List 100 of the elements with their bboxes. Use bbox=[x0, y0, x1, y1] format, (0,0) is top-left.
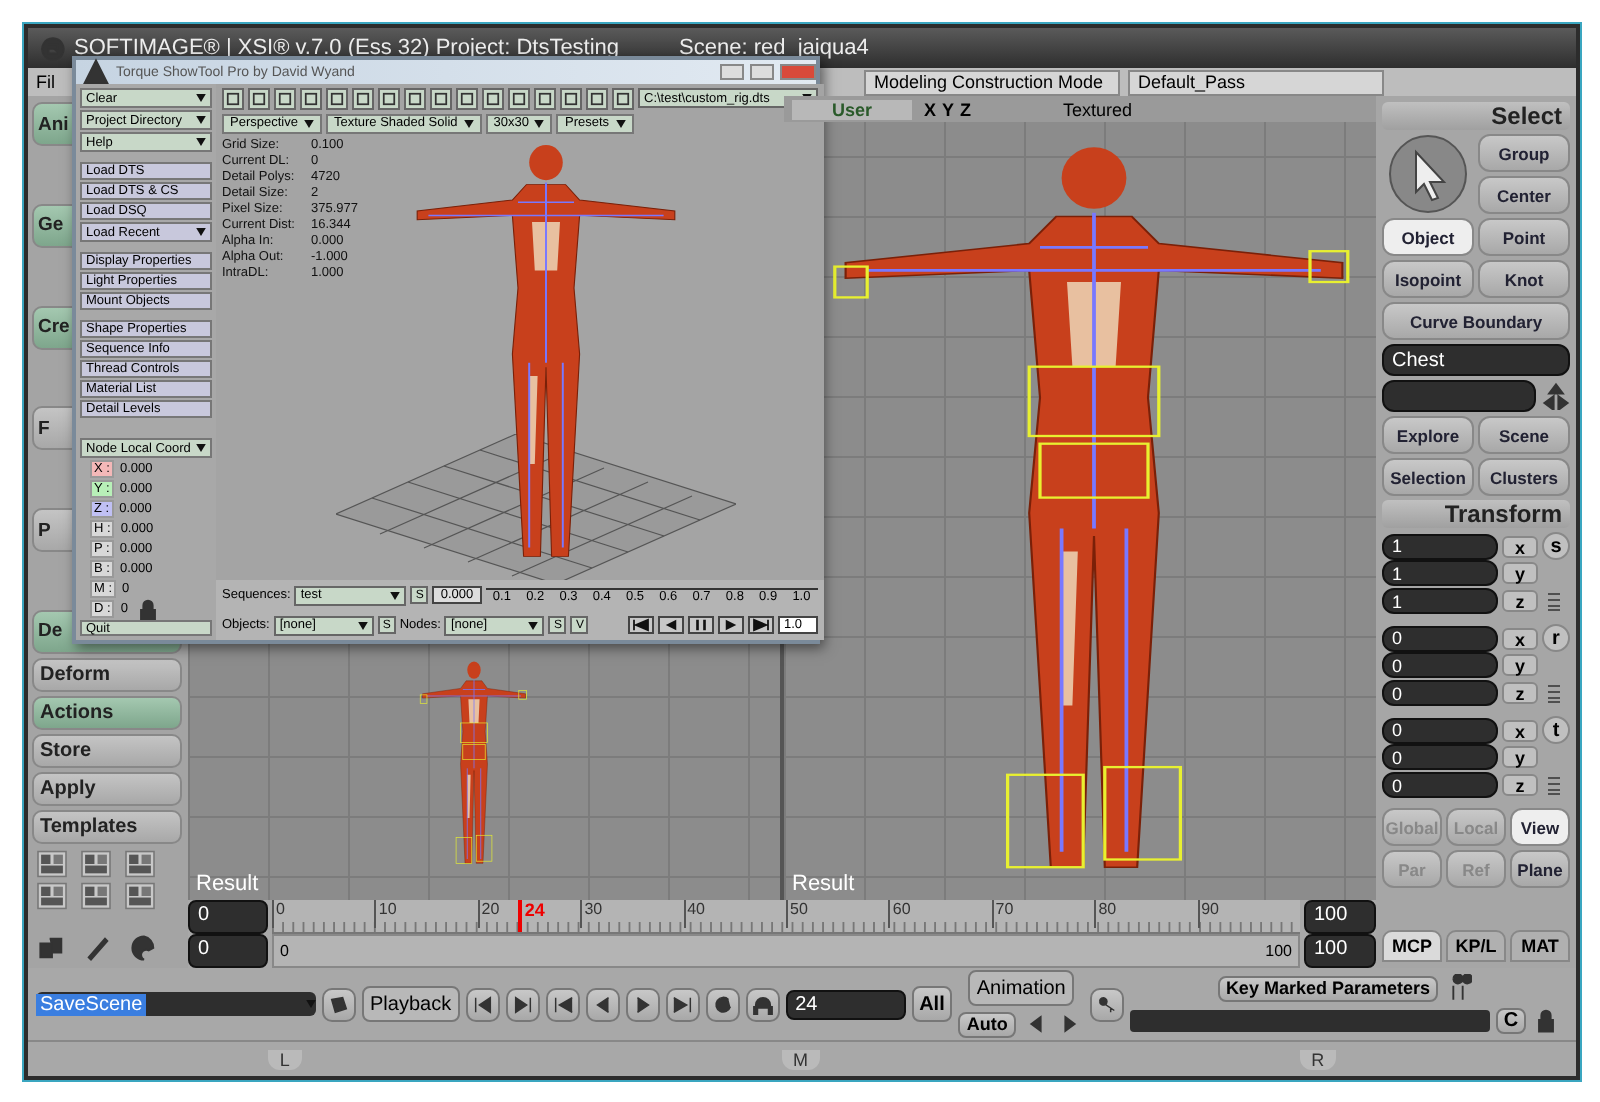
panel-tab[interactable]: MAT bbox=[1510, 930, 1570, 962]
module-button[interactable]: Apply bbox=[32, 772, 182, 806]
module-button[interactable]: Store bbox=[32, 734, 182, 768]
browse-button[interactable]: Explore bbox=[1382, 416, 1474, 454]
select-header[interactable]: Select bbox=[1382, 102, 1570, 130]
auto-key-button[interactable]: Auto bbox=[958, 1011, 1016, 1037]
reference-space-button[interactable]: Plane bbox=[1510, 850, 1570, 888]
play-button[interactable] bbox=[718, 616, 744, 634]
mode-letter-button[interactable]: r bbox=[1542, 624, 1570, 652]
select-mode-button[interactable]: Knot bbox=[1478, 260, 1570, 298]
toolbar-button[interactable] bbox=[508, 87, 530, 109]
timeline-ruler[interactable]: 0 10 20 24 30 40 50 60 70 80 90 bbox=[272, 900, 1300, 934]
panel-tab[interactable]: MCP bbox=[1382, 930, 1442, 962]
browse-button[interactable]: Scene bbox=[1478, 416, 1570, 454]
select-mode-button[interactable]: Curve Boundary bbox=[1382, 302, 1570, 340]
value-field[interactable]: 0 bbox=[1382, 772, 1498, 798]
select-mode-button[interactable]: Object bbox=[1382, 218, 1474, 256]
key-marked-parameters-button[interactable]: Key Marked Parameters bbox=[1217, 975, 1438, 1001]
loop-button[interactable] bbox=[705, 987, 740, 1021]
c-button[interactable]: C bbox=[1495, 1007, 1527, 1033]
transform-header[interactable]: Transform bbox=[1382, 500, 1570, 528]
object-name-field[interactable]: Chest bbox=[1382, 344, 1570, 376]
toolbar-button[interactable] bbox=[586, 87, 608, 109]
pass-dropdown[interactable]: Default_Pass bbox=[1128, 69, 1384, 95]
display-mode-dropdown[interactable]: Textured bbox=[1063, 99, 1133, 119]
pointer-icon[interactable] bbox=[1388, 134, 1468, 214]
select-mode-button[interactable]: Isopoint bbox=[1382, 260, 1474, 298]
maximize-button[interactable] bbox=[750, 64, 774, 80]
module-button[interactable]: Actions bbox=[32, 696, 182, 730]
value-field[interactable]: 1 bbox=[1382, 588, 1498, 614]
step-back-button[interactable] bbox=[658, 616, 684, 634]
layout-template-icon[interactable] bbox=[32, 850, 72, 878]
camera-dropdown[interactable]: User bbox=[792, 99, 913, 119]
panel-tab[interactable]: KP/L bbox=[1446, 930, 1506, 962]
toolbar-button[interactable] bbox=[274, 87, 296, 109]
previous-key-button[interactable] bbox=[465, 987, 500, 1021]
toolbar-button[interactable] bbox=[222, 87, 244, 109]
range-end-field[interactable]: 100 bbox=[1304, 934, 1376, 968]
minimize-button[interactable] bbox=[720, 64, 744, 80]
layout-template-icon[interactable] bbox=[120, 882, 160, 910]
first-frame-button[interactable] bbox=[545, 987, 580, 1021]
rewind-button[interactable] bbox=[628, 616, 654, 634]
browse-button[interactable]: Clusters bbox=[1478, 458, 1570, 496]
audio-button[interactable] bbox=[745, 987, 780, 1021]
value-field[interactable]: 0 bbox=[1382, 625, 1498, 651]
toolbar-button[interactable] bbox=[378, 87, 400, 109]
end-frame-field[interactable]: 100 bbox=[1304, 900, 1376, 934]
toolbar-button[interactable] bbox=[430, 87, 452, 109]
select-mode-button[interactable]: Center bbox=[1478, 176, 1570, 214]
layout-template-icon[interactable] bbox=[120, 850, 160, 878]
axis-button[interactable]: z bbox=[1502, 682, 1538, 704]
script-button[interactable] bbox=[322, 987, 356, 1021]
range-start-field[interactable]: 0 bbox=[188, 934, 268, 968]
key-field[interactable] bbox=[1129, 1009, 1490, 1031]
play-button[interactable] bbox=[625, 987, 660, 1021]
toolbar-button[interactable] bbox=[326, 87, 348, 109]
key-button[interactable] bbox=[1089, 987, 1124, 1021]
playback-button[interactable]: Playback bbox=[362, 986, 460, 1022]
command-field[interactable]: SaveScene bbox=[36, 992, 316, 1016]
toolbar-button[interactable] bbox=[404, 87, 426, 109]
mode-dropdown[interactable]: Modeling Construction Mode bbox=[864, 69, 1120, 95]
axis-button[interactable]: z bbox=[1502, 774, 1538, 796]
value-field[interactable]: 0 bbox=[1382, 652, 1498, 678]
play-backward-button[interactable] bbox=[585, 987, 620, 1021]
axis-button[interactable]: y bbox=[1502, 654, 1538, 676]
value-field[interactable]: 1 bbox=[1382, 533, 1498, 559]
next-key-button[interactable] bbox=[505, 987, 540, 1021]
axis-button[interactable]: y bbox=[1502, 562, 1538, 584]
mode-letter-button[interactable]: s bbox=[1542, 532, 1570, 560]
axis-toggle[interactable]: X bbox=[924, 99, 937, 119]
mode-letter-button[interactable]: t bbox=[1542, 716, 1570, 744]
value-field[interactable]: 0 bbox=[1382, 744, 1498, 770]
value-field[interactable]: 0 bbox=[1382, 680, 1498, 706]
pause-button[interactable] bbox=[688, 616, 714, 634]
range-bar[interactable]: 0 100 bbox=[272, 934, 1300, 968]
axis-button[interactable]: x bbox=[1502, 535, 1538, 557]
toolbar-button[interactable] bbox=[248, 87, 270, 109]
toolbar-button[interactable] bbox=[560, 87, 582, 109]
toolbar-button[interactable] bbox=[352, 87, 374, 109]
toolbar-button[interactable] bbox=[456, 87, 478, 109]
module-button[interactable]: Deform bbox=[32, 658, 182, 692]
select-mode-button[interactable]: Point bbox=[1478, 218, 1570, 256]
axis-button[interactable]: x bbox=[1502, 627, 1538, 649]
browse-button[interactable]: Selection bbox=[1382, 458, 1474, 496]
all-button[interactable]: All bbox=[911, 986, 953, 1022]
filter-field[interactable] bbox=[1382, 380, 1536, 412]
toolbar-button[interactable] bbox=[300, 87, 322, 109]
layout-template-icon[interactable] bbox=[76, 882, 116, 910]
animation-button[interactable]: Animation bbox=[968, 970, 1074, 1006]
axis-button[interactable]: y bbox=[1502, 746, 1538, 768]
axis-toggle[interactable]: Y bbox=[942, 99, 955, 119]
layout-template-icon[interactable] bbox=[32, 882, 72, 910]
value-field[interactable]: 0 bbox=[1382, 717, 1498, 743]
axis-button[interactable]: x bbox=[1502, 719, 1538, 741]
module-button[interactable]: Templates bbox=[32, 810, 182, 844]
toolbar-button[interactable] bbox=[534, 87, 556, 109]
menu-item[interactable]: Fil bbox=[36, 72, 55, 92]
reference-space-button[interactable]: View bbox=[1510, 808, 1570, 846]
current-frame-field[interactable]: 24 bbox=[785, 989, 906, 1019]
toolbar-button[interactable] bbox=[482, 87, 504, 109]
